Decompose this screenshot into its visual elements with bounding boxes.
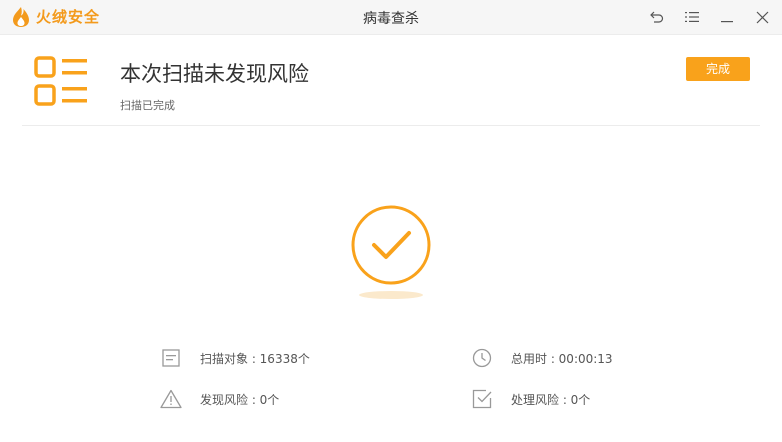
- menu-icon: [685, 12, 699, 22]
- checkbox-check-icon: [471, 388, 493, 410]
- stat-scanned-objects: 扫描对象 : 16338个: [160, 347, 310, 369]
- result-title: 本次扫描未发现风险: [120, 62, 309, 86]
- result-subtitle: 扫描已完成: [120, 99, 175, 112]
- minimize-button[interactable]: [716, 6, 738, 28]
- stat-scanned-objects-text: 扫描对象 : 16338个: [200, 351, 310, 366]
- done-button[interactable]: 完成: [686, 57, 750, 81]
- header-divider: [22, 125, 760, 126]
- stat-handled-risks-text: 处理风险 : 0个: [511, 392, 591, 407]
- back-icon: [650, 11, 664, 23]
- title-bar: 火绒安全 病毒查杀: [0, 0, 782, 35]
- stat-total-time: 总用时 : 00:00:13: [471, 347, 613, 369]
- minimize-icon: [721, 21, 733, 23]
- back-button[interactable]: [646, 6, 668, 28]
- warning-icon: [160, 388, 182, 410]
- check-circle-icon: [349, 203, 433, 291]
- stat-total-time-text: 总用时 : 00:00:13: [511, 351, 613, 366]
- report-list-icon: [34, 56, 88, 112]
- document-icon: [160, 347, 182, 369]
- stat-found-risks-text: 发现风险 : 0个: [200, 392, 280, 407]
- menu-button[interactable]: [681, 6, 703, 28]
- check-shadow: [359, 291, 423, 299]
- clock-icon: [471, 347, 493, 369]
- stat-handled-risks: 处理风险 : 0个: [471, 388, 590, 410]
- close-button[interactable]: [751, 6, 773, 28]
- close-icon: [756, 11, 768, 23]
- stat-found-risks: 发现风险 : 0个: [160, 388, 279, 410]
